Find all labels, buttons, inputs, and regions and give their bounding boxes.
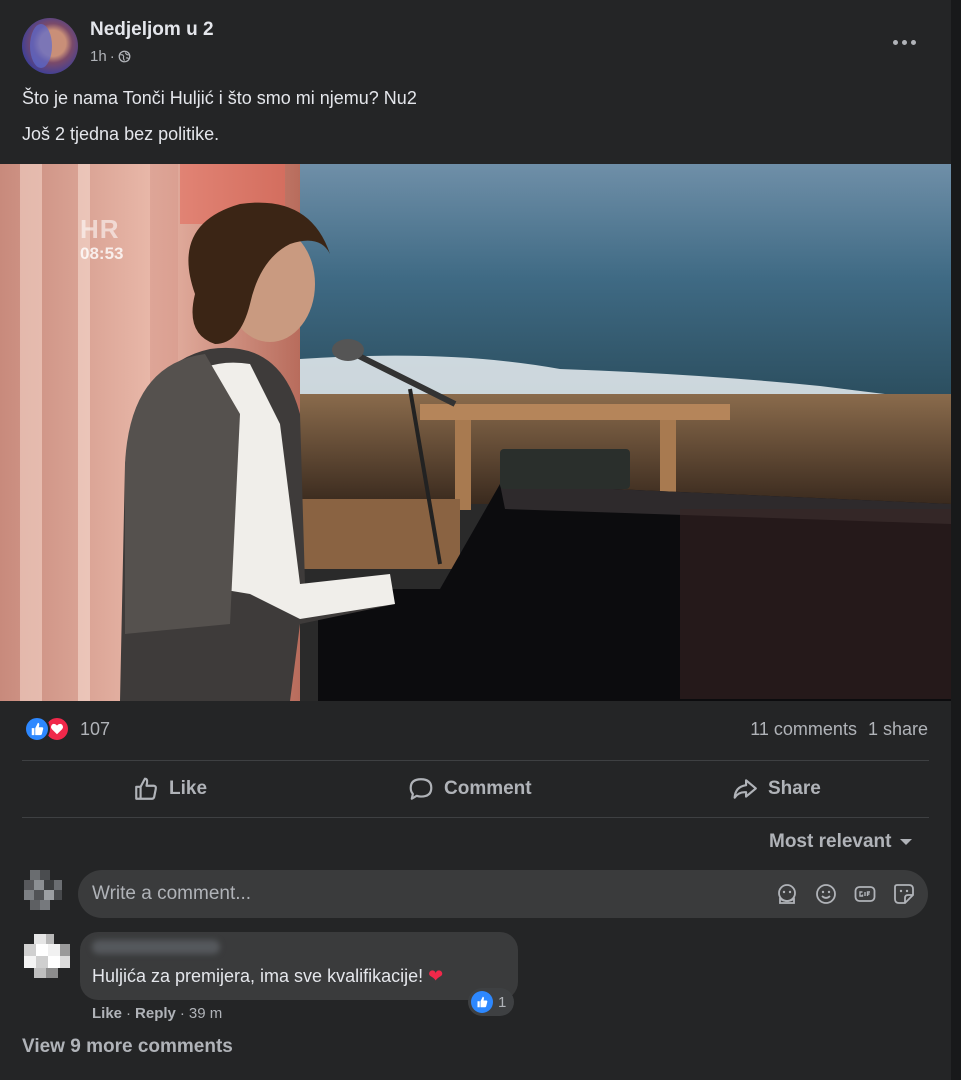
share-button-label: Share: [768, 778, 821, 799]
comment-like-link[interactable]: Like: [92, 1005, 122, 1022]
globe-icon: [118, 50, 131, 63]
dot-icon: [910, 39, 916, 45]
comment-reaction-count: 1: [498, 993, 507, 1011]
comment-body: Huljića za premijera, ima sve kvalifikac…: [92, 966, 424, 986]
separator: ·: [126, 1005, 132, 1022]
comment-sort-dropdown[interactable]: Most relevant: [769, 831, 913, 853]
current-user-avatar[interactable]: [20, 868, 64, 916]
video-clock: 08:53: [80, 244, 124, 263]
avatar-sticker-icon[interactable]: [775, 882, 799, 906]
video-frame: [0, 164, 951, 701]
view-more-comments-link[interactable]: View 9 more comments: [22, 1036, 233, 1058]
post-meta: 1h ·: [90, 48, 131, 65]
channel-logo: HR: [80, 214, 120, 244]
comment-input-icons: [775, 882, 916, 906]
comment-button-label: Comment: [444, 778, 532, 799]
post-card: Nedjeljom u 2 1h · Što je nama Tonči Hul…: [0, 0, 951, 1080]
engagement-stats: 11 comments 1 share: [750, 719, 928, 740]
emoji-icon[interactable]: [814, 882, 838, 906]
comments-count-link[interactable]: 11 comments: [750, 719, 857, 740]
commenter-name-blurred[interactable]: [92, 940, 220, 954]
post-text-line-1: Što je nama Tonči Huljić i što smo mi nj…: [22, 88, 417, 108]
comment-input[interactable]: [92, 870, 752, 918]
caret-down-icon: [900, 839, 913, 845]
comment-reply-link[interactable]: Reply: [135, 1005, 176, 1022]
commenter-avatar[interactable]: [20, 932, 72, 980]
reaction-count: 107: [80, 718, 111, 739]
post-time[interactable]: 1h: [90, 48, 107, 65]
comment-actions: Like · Reply · 39 m: [92, 1005, 222, 1022]
reaction-summary[interactable]: 107: [24, 716, 110, 742]
like-icon: [24, 716, 50, 742]
separator: ·: [179, 1005, 185, 1022]
like-icon: [471, 991, 493, 1013]
shares-count-link[interactable]: 1 share: [868, 719, 928, 740]
gif-icon[interactable]: [853, 882, 877, 906]
like-button-label: Like: [169, 778, 208, 799]
thumbs-up-icon: [135, 777, 157, 800]
more-options-button[interactable]: [884, 30, 924, 54]
post-video[interactable]: HR 08:53: [0, 164, 951, 701]
share-arrow-icon: [733, 779, 757, 799]
comment-time[interactable]: 39 m: [189, 1005, 222, 1022]
page-name[interactable]: Nedjeljom u 2: [90, 19, 214, 41]
comment-bubble: Huljića za premijera, ima sve kvalifikac…: [80, 932, 518, 1000]
divider: [22, 817, 929, 818]
dot-icon: [901, 39, 907, 45]
heart-emoji: ❤: [428, 966, 444, 986]
sort-label: Most relevant: [769, 831, 892, 852]
meta-separator: ·: [109, 48, 115, 65]
like-button[interactable]: Like: [133, 770, 207, 808]
comment-icon: [409, 778, 433, 800]
divider: [22, 760, 929, 761]
post-text-line-2: Još 2 tjedna bez politike.: [22, 124, 220, 144]
dot-icon: [892, 39, 898, 45]
comment-reaction-badge[interactable]: 1: [468, 988, 515, 1016]
comment-text: Huljića za premijera, ima sve kvalifikac…: [92, 966, 443, 987]
comment-box: [78, 870, 928, 918]
share-button[interactable]: Share: [732, 770, 821, 808]
sticker-icon[interactable]: [892, 882, 916, 906]
page-avatar[interactable]: [22, 18, 78, 74]
comment-button[interactable]: Comment: [408, 770, 532, 808]
